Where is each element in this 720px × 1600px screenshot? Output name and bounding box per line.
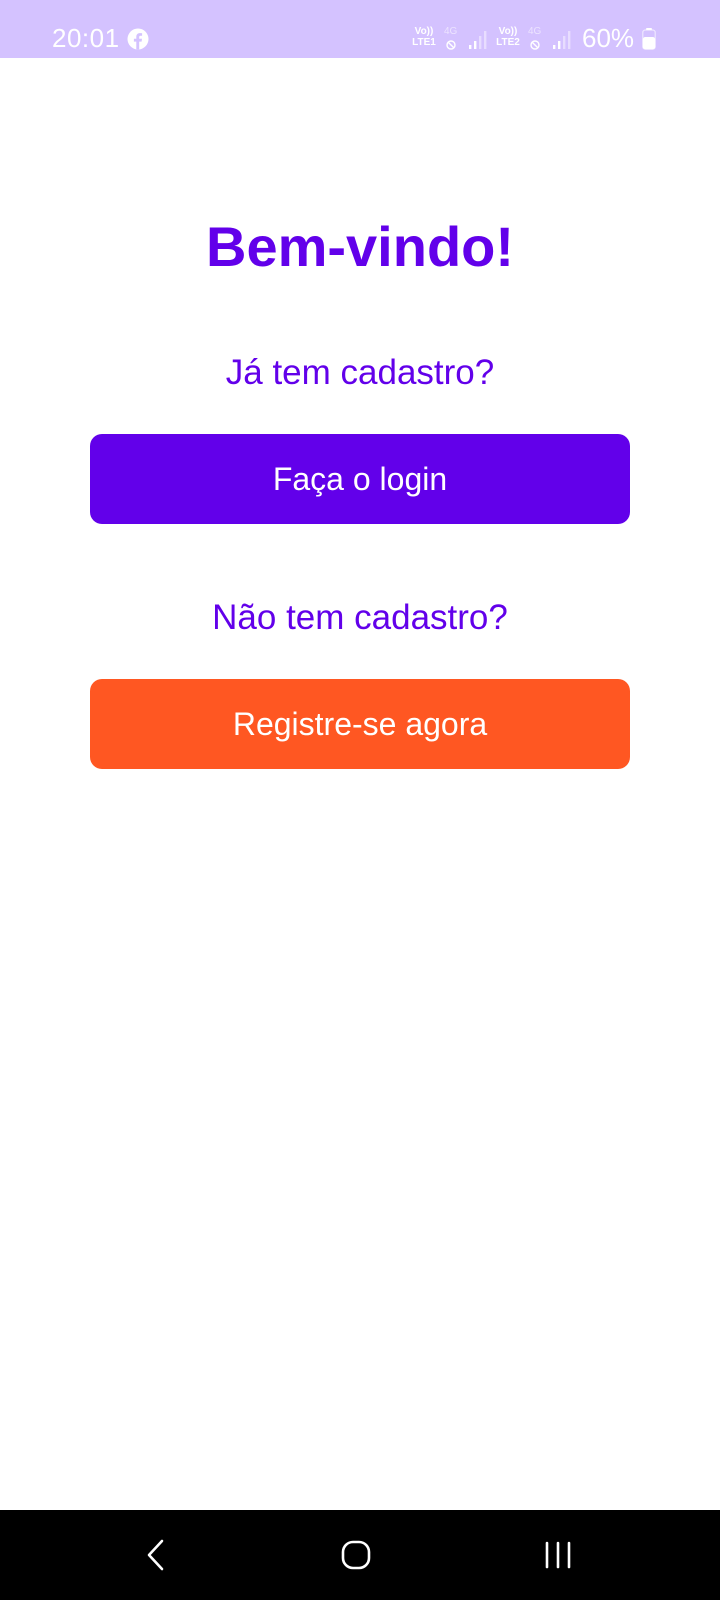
sim1-status: Vo)) LTE1 4G bbox=[410, 26, 490, 52]
battery-percentage: 60% bbox=[582, 23, 635, 53]
sim2-volte-label: Vo)) bbox=[498, 26, 518, 37]
facebook-icon bbox=[127, 28, 149, 50]
sim1-volte-label: Vo)) bbox=[414, 26, 434, 37]
back-icon bbox=[147, 1539, 164, 1571]
sim2-lte-label: LTE2 bbox=[496, 37, 520, 48]
sim2-network-label: 4G bbox=[528, 26, 542, 37]
welcome-screen: 20:01 Vo)) LTE1 4G Vo)) LTE2 4G 60% Bem-… bbox=[0, 0, 720, 1600]
sim2-signal-icon bbox=[553, 31, 571, 49]
sim2-no-data-icon bbox=[530, 40, 540, 50]
sim1-lte-label: LTE1 bbox=[412, 37, 436, 48]
login-button[interactable]: Faça o login bbox=[90, 434, 630, 524]
status-time: 20:01 bbox=[52, 23, 120, 53]
register-button[interactable]: Registre-se agora bbox=[90, 679, 630, 769]
battery-icon bbox=[642, 28, 656, 50]
status-bar: 20:01 Vo)) LTE1 4G Vo)) LTE2 4G 60% bbox=[0, 0, 720, 58]
recent-apps-button[interactable] bbox=[528, 1530, 588, 1580]
sim1-signal-icon bbox=[469, 31, 487, 49]
home-button[interactable] bbox=[326, 1530, 386, 1580]
sim1-network-label: 4G bbox=[444, 26, 458, 37]
sim2-status: Vo)) LTE2 4G bbox=[494, 26, 574, 52]
navigation-bar bbox=[0, 1510, 720, 1600]
recent-apps-icon bbox=[545, 1541, 571, 1569]
back-button[interactable] bbox=[126, 1530, 186, 1580]
home-icon bbox=[341, 1540, 371, 1570]
login-prompt-text: Já tem cadastro? bbox=[225, 353, 495, 392]
register-prompt-text: Não tem cadastro? bbox=[212, 598, 508, 637]
page-title: Bem-vindo! bbox=[206, 215, 514, 278]
sim1-no-data-icon bbox=[446, 40, 456, 50]
